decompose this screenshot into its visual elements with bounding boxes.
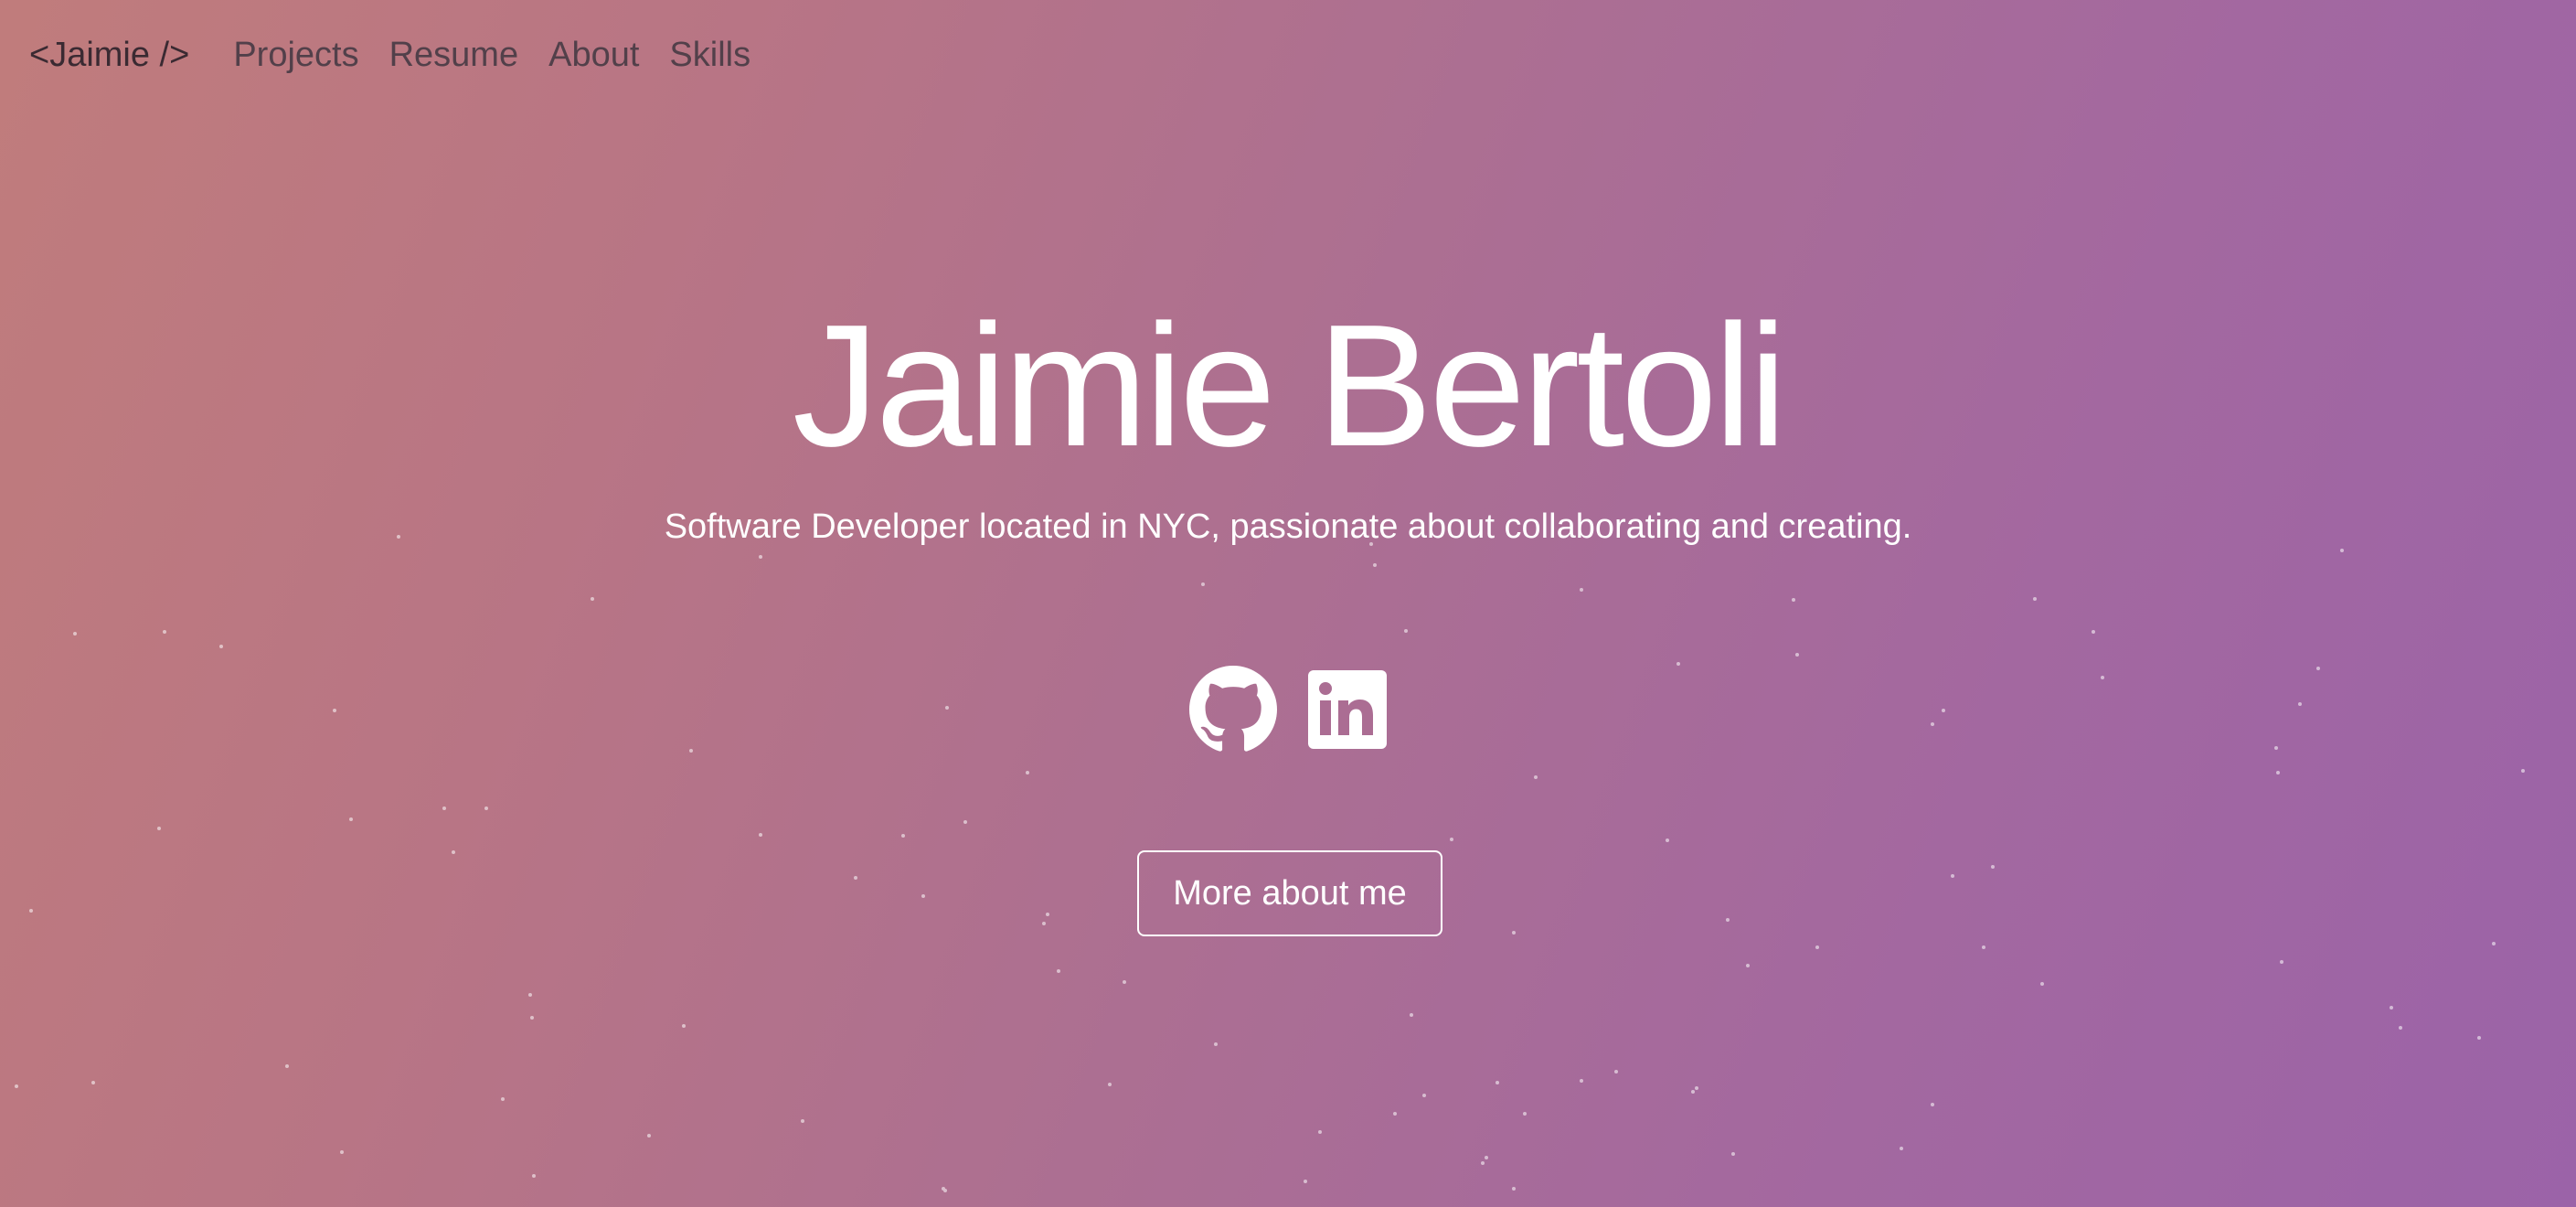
starfield-background — [15, 535, 2525, 1192]
github-icon — [1189, 666, 1277, 752]
linkedin-icon — [1308, 670, 1387, 749]
github-link[interactable] — [1189, 666, 1277, 758]
more-about-me-button[interactable]: More about me — [1137, 850, 1442, 936]
hero-tagline: Software Developer located in NYC, passi… — [664, 507, 1912, 546]
nav-link-resume[interactable]: Resume — [389, 36, 519, 75]
hero-name-heading: Jaimie Bertoli — [792, 289, 1787, 483]
navbar: <Jaimie /> Projects Resume About Skills — [29, 29, 781, 80]
nav-link-projects[interactable]: Projects — [233, 36, 358, 75]
social-links — [0, 666, 2576, 758]
nav-link-skills[interactable]: Skills — [669, 36, 750, 75]
brand-logo-link[interactable]: <Jaimie /> — [29, 36, 189, 75]
nav-link-about[interactable]: About — [548, 36, 639, 75]
linkedin-link[interactable] — [1308, 670, 1387, 753]
